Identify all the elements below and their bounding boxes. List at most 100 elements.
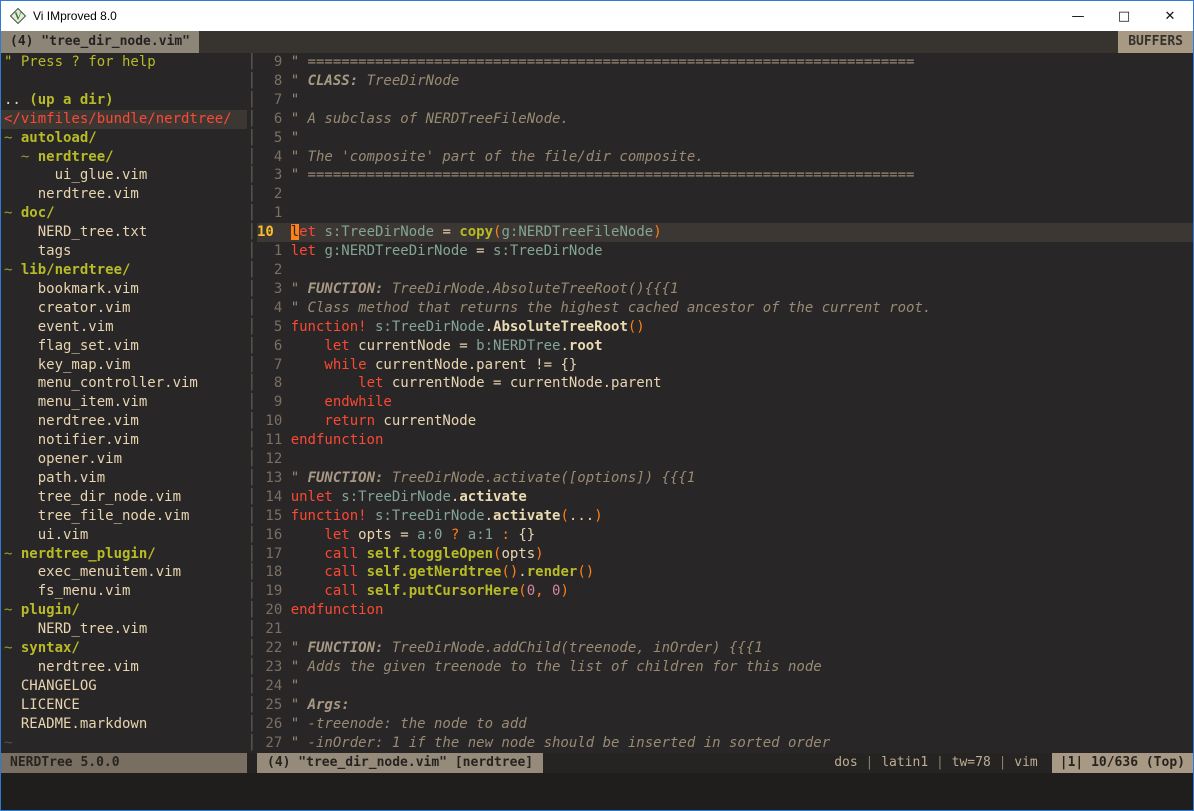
tree-item[interactable] (1, 72, 247, 91)
tree-item[interactable]: exec_menuitem.vim (1, 563, 247, 582)
tree-item[interactable]: opener.vim (1, 450, 247, 469)
tree-item[interactable]: CHANGELOG (1, 677, 247, 696)
code-line[interactable]: 3" FUNCTION: TreeDirNode.AbsoluteTreeRoo… (257, 280, 1193, 299)
tree-item[interactable]: creator.vim (1, 299, 247, 318)
code-line[interactable]: 1let g:NERDTreeDirNode = s:TreeDirNode (257, 242, 1193, 261)
code-line[interactable]: 4" Class method that returns the highest… (257, 299, 1193, 318)
code-line[interactable]: 19 call self.putCursorHere(0, 0) (257, 582, 1193, 601)
code-line[interactable]: 8 let currentNode = currentNode.parent (257, 374, 1193, 393)
title-bar: V Vi IMproved 8.0 — □ ✕ (1, 1, 1193, 31)
code-line[interactable]: 9 endwhile (257, 393, 1193, 412)
tree-item[interactable]: tree_file_node.vim (1, 507, 247, 526)
tree-item[interactable]: ~ doc/ (1, 204, 247, 223)
tree-item[interactable]: tags (1, 242, 247, 261)
code-line[interactable]: 2 (257, 185, 1193, 204)
code-segment: autoload/ (21, 130, 97, 146)
code-line[interactable]: 10 return currentNode (257, 412, 1193, 431)
minimize-button[interactable]: — (1055, 1, 1101, 31)
code-segment: . (485, 508, 493, 524)
code-line[interactable]: 24" (257, 677, 1193, 696)
window-separator[interactable]: │││││││││││││││││││││││││││││││││││││ (247, 53, 257, 753)
code-segment: key_map.vim (4, 357, 130, 373)
tree-item[interactable]: ~ nerdtree/ (1, 148, 247, 167)
tree-item[interactable]: NERD_tree.vim (1, 620, 247, 639)
tree-item[interactable]: fs_menu.vim (1, 582, 247, 601)
code-line[interactable]: 7 while currentNode.parent != {} (257, 356, 1193, 375)
tree-item[interactable]: tree_dir_node.vim (1, 488, 247, 507)
command-line[interactable] (1, 773, 1193, 810)
code-segment: nerdtree_plugin/ (21, 546, 156, 562)
tree-item[interactable]: nerdtree.vim (1, 185, 247, 204)
tree-item[interactable]: notifier.vim (1, 431, 247, 450)
tree-item[interactable]: flag_set.vim (1, 337, 247, 356)
code-line[interactable]: 5function! s:TreeDirNode.AbsoluteTreeRoo… (257, 318, 1193, 337)
tree-item[interactable]: event.vim (1, 318, 247, 337)
code-line[interactable]: 14unlet s:TreeDirNode.activate (257, 488, 1193, 507)
code-segment: ~ (4, 130, 21, 146)
tree-item[interactable]: menu_controller.vim (1, 374, 247, 393)
code-line[interactable]: 12 (257, 450, 1193, 469)
code-line[interactable]: 10let s:TreeDirNode = copy(g:NERDTreeFil… (257, 223, 1193, 242)
close-button[interactable]: ✕ (1147, 1, 1193, 31)
tree-item[interactable]: ~ autoload/ (1, 129, 247, 148)
tree-item[interactable]: nerdtree.vim (1, 658, 247, 677)
code-line[interactable]: 21 (257, 620, 1193, 639)
code-line[interactable]: 22" FUNCTION: TreeDirNode.addChild(treen… (257, 639, 1193, 658)
tree-item[interactable]: key_map.vim (1, 356, 247, 375)
tree-item[interactable]: bookmark.vim (1, 280, 247, 299)
tree-item[interactable]: ~ (1, 734, 247, 753)
code-line[interactable]: 20endfunction (257, 601, 1193, 620)
code-line[interactable]: 15function! s:TreeDirNode.activate(...) (257, 507, 1193, 526)
code-line[interactable]: 6 let currentNode = b:NERDTree.root (257, 337, 1193, 356)
code-segment: . (560, 338, 568, 354)
tree-item[interactable]: ui_glue.vim (1, 166, 247, 185)
code-line[interactable]: 27" -inOrder: 1 if the new node should b… (257, 734, 1193, 753)
code-segment: (up a dir) (29, 92, 113, 108)
tree-item[interactable]: LICENCE (1, 696, 247, 715)
tree-item[interactable]: " Press ? for help (1, 53, 247, 72)
nerdtree-panel[interactable]: " Press ? for help .. (up a dir)</vimfile… (1, 53, 247, 753)
code-line[interactable]: 9" =====================================… (257, 53, 1193, 72)
tab-active[interactable]: (4) "tree_dir_node.vim" (1, 31, 199, 53)
tree-item[interactable]: ~ syntax/ (1, 639, 247, 658)
tree-item[interactable]: ui.vim (1, 526, 247, 545)
buffers-label[interactable]: BUFFERS (1118, 31, 1193, 53)
code-segment: ) (535, 546, 543, 562)
tree-item[interactable]: menu_item.vim (1, 393, 247, 412)
tree-item[interactable]: NERD_tree.txt (1, 223, 247, 242)
code-line[interactable]: 16 let opts = a:0 ? a:1 : {} (257, 526, 1193, 545)
tree-item[interactable]: ~ lib/nerdtree/ (1, 261, 247, 280)
code-line[interactable]: 25" Args: (257, 696, 1193, 715)
separator-glyph: │ (247, 639, 257, 658)
separator-glyph: │ (247, 601, 257, 620)
tree-item[interactable]: path.vim (1, 469, 247, 488)
code-line[interactable]: 6" A subclass of NERDTreeFileNode. (257, 110, 1193, 129)
code-segment: let (291, 243, 316, 259)
code-line[interactable]: 11endfunction (257, 431, 1193, 450)
tree-item[interactable]: ~ plugin/ (1, 601, 247, 620)
code-line[interactable]: 3" =====================================… (257, 166, 1193, 185)
maximize-button[interactable]: □ (1101, 1, 1147, 31)
code-line[interactable]: 7" (257, 91, 1193, 110)
code-line[interactable]: 18 call self.getNerdtree().render() (257, 563, 1193, 582)
code-line[interactable]: 8" CLASS: TreeDirNode (257, 72, 1193, 91)
text-cursor: l (291, 224, 299, 240)
code-line[interactable]: 5" (257, 129, 1193, 148)
separator-glyph: │ (247, 148, 257, 167)
code-line[interactable]: 13" FUNCTION: TreeDirNode.activate([opti… (257, 469, 1193, 488)
tree-item[interactable]: .. (up a dir) (1, 91, 247, 110)
code-line[interactable]: 1 (257, 204, 1193, 223)
code-segment: CLASS: (308, 73, 359, 89)
code-line[interactable]: 17 call self.toggleOpen(opts) (257, 545, 1193, 564)
code-segment: activate (493, 508, 560, 524)
code-pane[interactable]: 9" =====================================… (257, 53, 1193, 753)
code-line[interactable]: 23" Adds the given treenode to the list … (257, 658, 1193, 677)
code-line[interactable]: 2 (257, 261, 1193, 280)
tree-item[interactable]: nerdtree.vim (1, 412, 247, 431)
tree-item[interactable]: ~ nerdtree_plugin/ (1, 545, 247, 564)
tree-item[interactable]: README.markdown (1, 715, 247, 734)
tree-item[interactable]: </vimfiles/bundle/nerdtree/ (1, 110, 247, 129)
code-line[interactable]: 26" -treenode: the node to add (257, 715, 1193, 734)
code-line[interactable]: 4" The 'composite' part of the file/dir … (257, 148, 1193, 167)
code-segment: " (291, 678, 308, 694)
